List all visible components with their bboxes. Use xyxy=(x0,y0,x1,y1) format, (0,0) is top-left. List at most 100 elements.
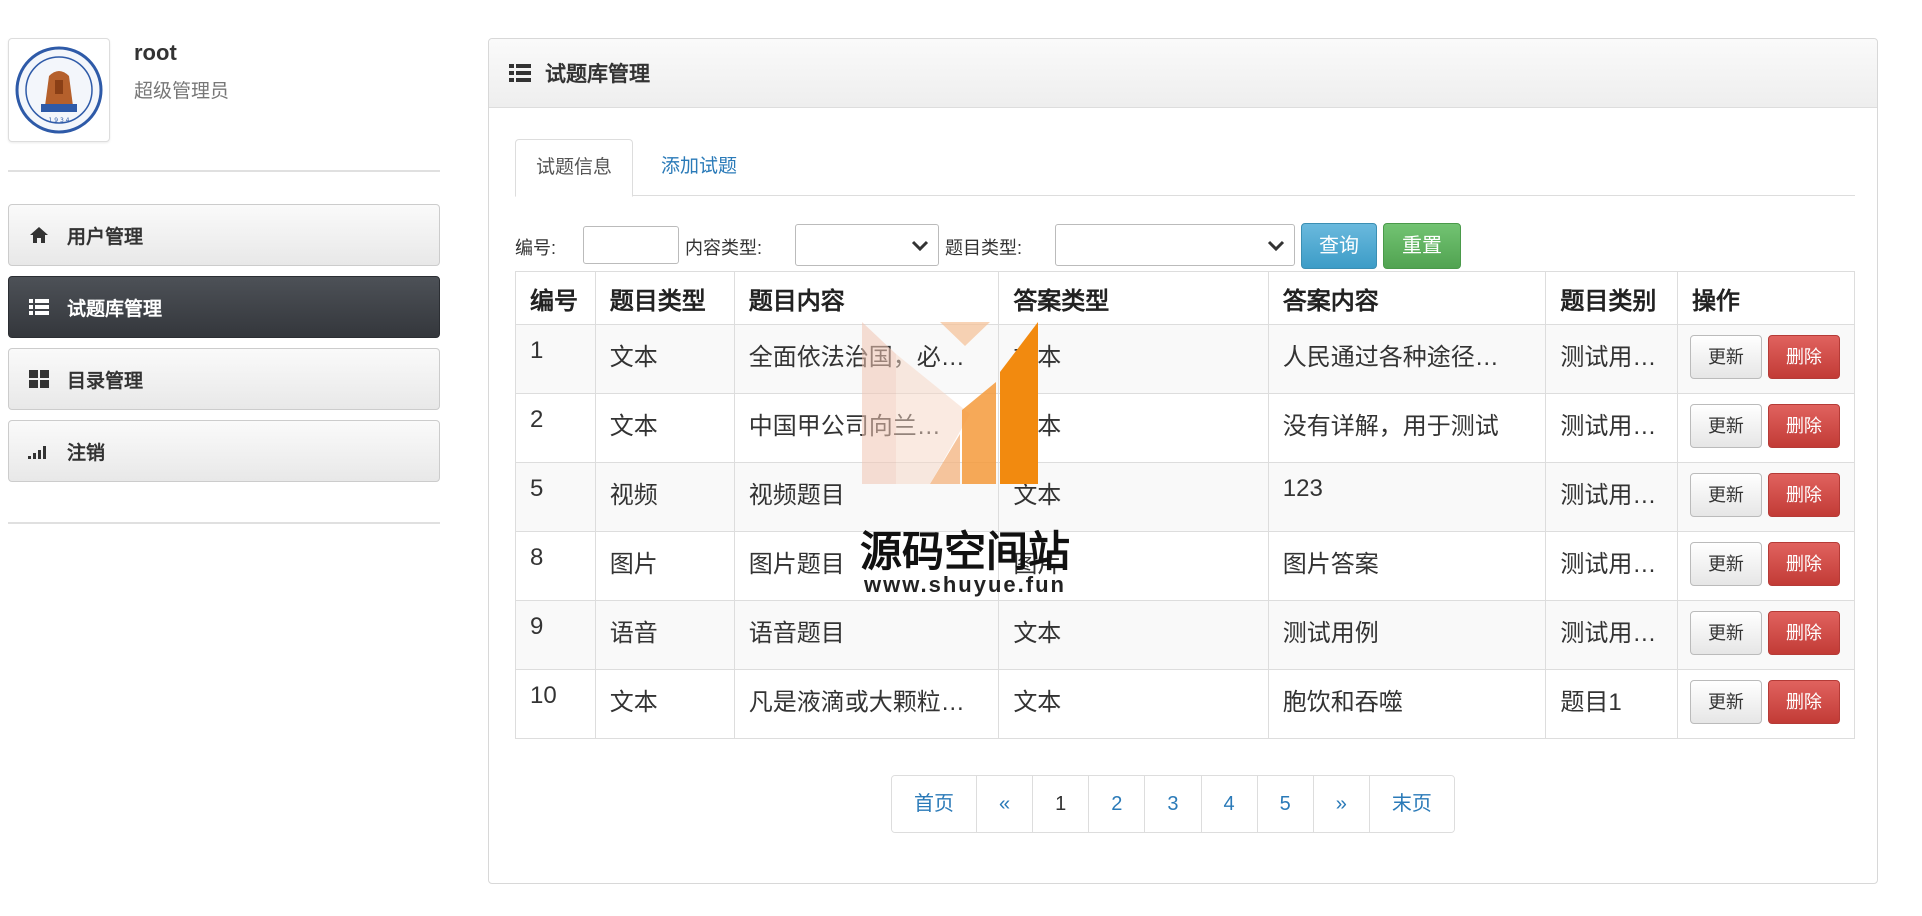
list-icon xyxy=(509,64,531,82)
cell-id: 2 xyxy=(515,393,596,463)
cell-question-type: 视频 xyxy=(594,462,735,532)
sidebar-item-users[interactable]: 用户管理 xyxy=(8,204,440,266)
sidebar-item-logout[interactable]: 注销 xyxy=(8,420,440,482)
cell-category: 题目1 xyxy=(1545,669,1678,739)
cell-id: 1 xyxy=(515,324,596,394)
cell-question-type: 图片 xyxy=(594,531,735,601)
update-button[interactable]: 更新 xyxy=(1689,335,1762,379)
cell-id: 10 xyxy=(515,669,596,739)
update-button[interactable]: 更新 xyxy=(1689,680,1762,724)
reset-button[interactable]: 重置 xyxy=(1383,223,1461,269)
pagination: 首页 « 1 2 3 4 5 » 末页 xyxy=(891,775,1455,833)
content-type-label: 内容类型: xyxy=(685,238,763,258)
sidebar-menu: 用户管理 试题库管理 目录管理 注销 xyxy=(8,204,440,492)
cell-question-content: 凡是液滴或大颗粒… xyxy=(733,669,1000,739)
question-table: 编号 题目类型 题目内容 答案类型 答案内容 题目类别 操作 1 文本 全面依法… xyxy=(515,271,1856,739)
cell-actions: 更新 删除 xyxy=(1676,600,1856,670)
cell-answer-content: 测试用例 xyxy=(1267,600,1547,670)
delete-button[interactable]: 删除 xyxy=(1767,335,1840,379)
avatar: 1 9 3 4 xyxy=(8,38,110,142)
cell-category: 测试用… xyxy=(1545,600,1678,670)
table-row: 1 文本 全面依法治国，必… 文本 人民通过各种途径… 测试用… 更新 删除 xyxy=(515,324,1856,394)
cell-answer-type: 文本 xyxy=(998,393,1269,463)
divider xyxy=(8,522,440,524)
cell-answer-type: 图片 xyxy=(998,531,1269,601)
page-3[interactable]: 3 xyxy=(1144,776,1201,832)
content-type-select[interactable] xyxy=(795,224,939,266)
sidebar-item-label: 试题库管理 xyxy=(67,298,163,320)
delete-button[interactable]: 删除 xyxy=(1767,542,1840,586)
user-role: 超级管理员 xyxy=(134,81,230,102)
table-header-row: 编号 题目类型 题目内容 答案类型 答案内容 题目类别 操作 xyxy=(515,271,1856,325)
cell-answer-content: 人民通过各种途径… xyxy=(1267,324,1547,394)
page-first[interactable]: 首页 xyxy=(892,776,976,832)
cell-actions: 更新 删除 xyxy=(1676,324,1856,394)
main-panel: 试题库管理 试题信息 添加试题 编号: 内容类型: 题目类型: 查询 重置 编号… xyxy=(488,38,1878,884)
page-prev[interactable]: « xyxy=(976,776,1033,832)
table-row: 5 视频 视频题目 文本 123 测试用… 更新 删除 xyxy=(515,462,1856,532)
cell-question-content: 语音题目 xyxy=(733,600,1000,670)
page-5[interactable]: 5 xyxy=(1256,776,1313,832)
cell-id: 5 xyxy=(515,462,596,532)
col-header-answer-content: 答案内容 xyxy=(1267,271,1547,325)
col-header-actions: 操作 xyxy=(1676,271,1856,325)
cell-question-content: 全面依法治国，必… xyxy=(733,324,1000,394)
page-2[interactable]: 2 xyxy=(1088,776,1145,832)
cell-answer-content: 图片答案 xyxy=(1267,531,1547,601)
question-type-select[interactable] xyxy=(1055,224,1295,266)
cell-actions: 更新 删除 xyxy=(1676,669,1856,739)
update-button[interactable]: 更新 xyxy=(1689,542,1762,586)
sidebar-item-catalog[interactable]: 目录管理 xyxy=(8,348,440,410)
update-button[interactable]: 更新 xyxy=(1689,611,1762,655)
col-header-id: 编号 xyxy=(515,271,596,325)
delete-button[interactable]: 删除 xyxy=(1767,473,1840,517)
cell-question-type: 文本 xyxy=(594,669,735,739)
user-profile: 1 9 3 4 root 超级管理员 xyxy=(8,38,440,148)
delete-button[interactable]: 删除 xyxy=(1767,680,1840,724)
cell-actions: 更新 删除 xyxy=(1676,393,1856,463)
id-input[interactable] xyxy=(583,226,679,264)
sidebar-item-label: 注销 xyxy=(67,442,106,464)
page-last[interactable]: 末页 xyxy=(1368,776,1454,832)
cell-answer-content: 没有详解，用于测试 xyxy=(1267,393,1547,463)
cell-category: 测试用… xyxy=(1545,324,1678,394)
chevron-down-icon xyxy=(910,235,930,260)
cell-question-type: 文本 xyxy=(594,324,735,394)
chevron-down-icon xyxy=(1266,235,1286,260)
cell-id: 9 xyxy=(515,600,596,670)
table-row: 9 语音 语音题目 文本 测试用例 测试用… 更新 删除 xyxy=(515,600,1856,670)
cell-question-content: 中国甲公司向兰… xyxy=(733,393,1000,463)
page-next[interactable]: » xyxy=(1312,776,1369,832)
col-header-category: 题目类别 xyxy=(1545,271,1678,325)
cell-question-content: 图片题目 xyxy=(733,531,1000,601)
cell-answer-content: 123 xyxy=(1267,462,1547,532)
table-row: 10 文本 凡是液滴或大颗粒… 文本 胞饮和吞噬 题目1 更新 删除 xyxy=(515,669,1856,739)
divider xyxy=(8,170,440,172)
sidebar-item-label: 目录管理 xyxy=(67,370,144,392)
cell-question-content: 视频题目 xyxy=(733,462,1000,532)
query-button[interactable]: 查询 xyxy=(1301,223,1377,269)
table-row: 8 图片 图片题目 图片 图片答案 测试用… 更新 删除 xyxy=(515,531,1856,601)
filter-bar: 编号: 内容类型: 题目类型: 查询 重置 xyxy=(515,223,1855,269)
cell-actions: 更新 删除 xyxy=(1676,462,1856,532)
col-header-question-type: 题目类型 xyxy=(594,271,735,325)
cell-category: 测试用… xyxy=(1545,462,1678,532)
cell-id: 8 xyxy=(515,531,596,601)
delete-button[interactable]: 删除 xyxy=(1767,404,1840,448)
list-icon xyxy=(27,297,51,317)
cell-answer-content: 胞饮和吞噬 xyxy=(1267,669,1547,739)
cell-actions: 更新 删除 xyxy=(1676,531,1856,601)
page-4[interactable]: 4 xyxy=(1200,776,1257,832)
cell-answer-type: 文本 xyxy=(998,600,1269,670)
page-1[interactable]: 1 xyxy=(1032,776,1089,832)
delete-button[interactable]: 删除 xyxy=(1767,611,1840,655)
sidebar-item-question-bank[interactable]: 试题库管理 xyxy=(8,276,440,338)
panel-header: 试题库管理 xyxy=(489,39,1877,108)
school-emblem-icon: 1 9 3 4 xyxy=(15,46,103,134)
update-button[interactable]: 更新 xyxy=(1689,473,1762,517)
update-button[interactable]: 更新 xyxy=(1689,404,1762,448)
cell-question-type: 语音 xyxy=(594,600,735,670)
grid-icon xyxy=(27,369,51,389)
tab-add-question[interactable]: 添加试题 xyxy=(641,139,757,195)
tab-question-info[interactable]: 试题信息 xyxy=(515,139,634,197)
